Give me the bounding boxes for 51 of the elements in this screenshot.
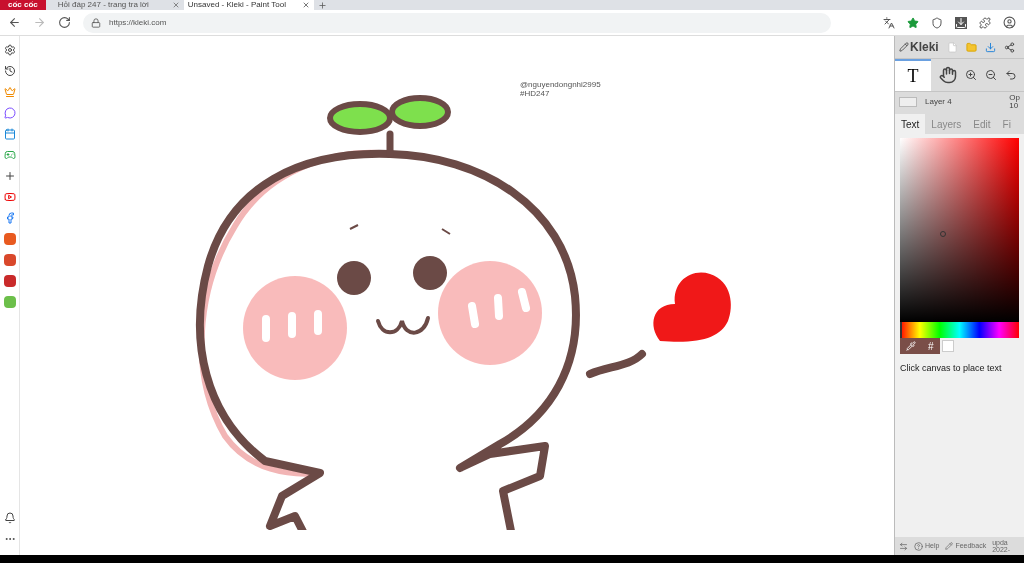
logo-icon [899,42,909,52]
color-swatch[interactable] [941,340,954,352]
pencil-icon [945,542,954,550]
app-icon[interactable] [3,233,16,245]
swap-icon[interactable] [899,541,908,551]
gamepad-icon[interactable] [3,149,16,161]
new-tab-icon[interactable] [317,1,327,10]
bell-icon[interactable] [3,512,16,524]
eyedropper-icon[interactable] [906,341,916,351]
extensions-icon[interactable] [979,16,991,29]
profile-icon[interactable] [1003,16,1016,29]
undo-icon[interactable] [1005,69,1017,81]
close-icon[interactable] [301,1,310,9]
history-icon[interactable] [3,65,16,77]
browser-tab[interactable]: Hỏi đáp 247 - trang tra lời [53,0,184,10]
translate-icon[interactable] [883,16,895,29]
close-icon[interactable] [171,1,180,9]
chat-icon[interactable] [3,107,16,119]
zoom-in-icon[interactable] [965,69,977,81]
hand-icon[interactable] [939,66,957,84]
app-icon[interactable] [3,296,16,308]
reload-icon[interactable] [58,16,71,29]
address-bar[interactable]: https://kleki.com [83,12,831,33]
layer-thumbnail [899,97,917,107]
help-icon [914,541,923,551]
panel-tab[interactable]: Text [895,114,926,134]
video-icon[interactable] [3,191,16,203]
share-icon[interactable] [1003,41,1015,53]
back-icon[interactable] [8,16,21,29]
star-icon[interactable] [907,16,919,29]
app-icon[interactable] [3,275,16,287]
lock-icon [91,17,101,28]
crown-icon[interactable] [3,86,16,98]
opacity-label: Op 10 [1009,94,1020,110]
url-text: https://kleki.com [109,16,167,29]
download-icon[interactable] [955,16,967,29]
browser-tab[interactable]: Unsaved - Kleki - Paint Tool [183,0,314,10]
app-icon[interactable] [3,254,16,266]
hue-slider[interactable] [900,322,1019,338]
shield-icon[interactable] [931,16,943,29]
app-title: Kleki [899,38,939,56]
calendar-icon[interactable] [3,128,16,140]
signature-text: @nguyendongnhi2995 #HD247 [520,80,601,98]
text-tool-button[interactable]: T [895,59,931,91]
add-icon[interactable] [3,170,16,182]
layer-name[interactable]: Layer 4 [925,96,952,108]
settings-icon[interactable] [3,44,16,56]
color-picker-field[interactable] [900,138,1019,322]
zoom-out-icon[interactable] [985,69,997,81]
browser-logo[interactable]: cốc cốc [0,0,46,10]
hint-text: Click canvas to place text [900,362,1003,375]
